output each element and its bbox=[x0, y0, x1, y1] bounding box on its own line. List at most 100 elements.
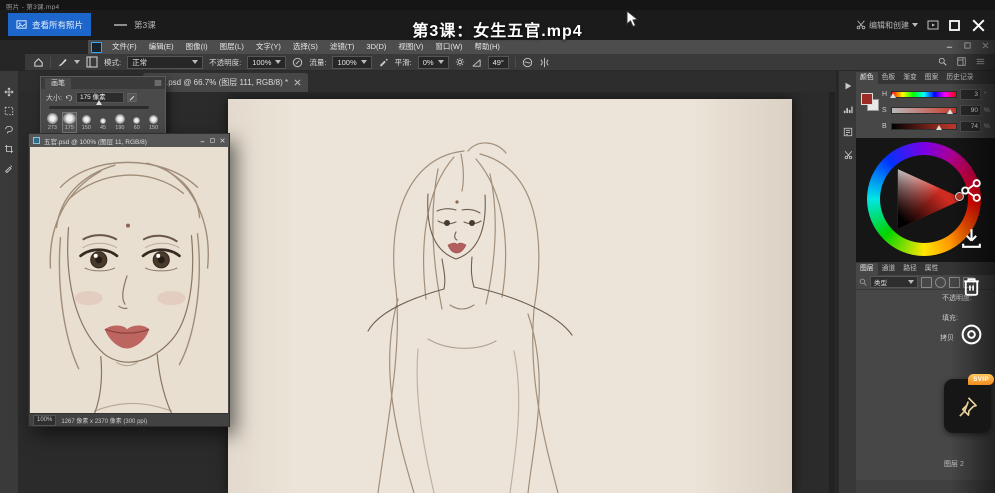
opacity-field[interactable]: 100% bbox=[247, 55, 287, 69]
gear-icon[interactable] bbox=[455, 57, 465, 67]
maximize-icon[interactable] bbox=[210, 138, 215, 143]
layers-panel-tab[interactable]: 属性 bbox=[921, 263, 943, 275]
brush-panel-toggle-icon[interactable] bbox=[86, 56, 98, 68]
layer-name[interactable]: 图层 2 bbox=[944, 459, 964, 469]
color-panel-tab[interactable]: 图案 bbox=[921, 72, 943, 84]
menu-item[interactable]: 窗口(W) bbox=[429, 40, 468, 54]
hsb-value-field[interactable]: 74 bbox=[960, 120, 981, 132]
histogram-panel-icon[interactable] bbox=[843, 104, 853, 114]
eyedropper-tool-icon[interactable] bbox=[4, 163, 14, 173]
brush-preset[interactable]: 273 bbox=[45, 112, 60, 133]
panel-menu-icon[interactable] bbox=[976, 57, 985, 66]
menu-item[interactable]: 编辑(E) bbox=[143, 40, 180, 54]
slider-marker[interactable] bbox=[890, 92, 897, 98]
clone-panel-icon[interactable] bbox=[843, 150, 853, 160]
move-tool-icon[interactable] bbox=[4, 87, 14, 97]
brush-preset-caret-icon[interactable] bbox=[74, 60, 80, 64]
close-icon[interactable] bbox=[970, 17, 987, 34]
view-all-photos-tab[interactable]: 查看所有照片 bbox=[8, 13, 92, 36]
menu-item[interactable]: 视图(V) bbox=[392, 40, 429, 54]
minimize-icon[interactable] bbox=[946, 42, 953, 49]
pen-pressure-size-icon[interactable] bbox=[522, 57, 533, 68]
home-icon[interactable] bbox=[33, 57, 44, 68]
zoom-level[interactable]: 100% bbox=[33, 414, 57, 426]
edit-create-button[interactable]: 编辑和创建 bbox=[856, 20, 918, 31]
filter-pixel-icon[interactable] bbox=[921, 276, 932, 288]
mode-select[interactable]: 正常 bbox=[127, 55, 204, 69]
color-panel-tab[interactable]: 渐变 bbox=[899, 72, 921, 84]
brush-tool-icon[interactable] bbox=[57, 57, 68, 68]
hsb-slider[interactable] bbox=[891, 122, 957, 130]
lasso-tool-icon[interactable] bbox=[4, 125, 14, 135]
crop-tool-icon[interactable] bbox=[4, 144, 14, 154]
menu-item[interactable]: 滤镜(T) bbox=[324, 40, 361, 54]
layer-filter-select[interactable]: 类型 bbox=[870, 276, 918, 288]
color-panel-tab[interactable]: 历史记录 bbox=[942, 72, 977, 84]
hsb-slider[interactable] bbox=[891, 106, 957, 114]
floating-canvas[interactable] bbox=[30, 147, 228, 413]
menu-item[interactable]: 图层(L) bbox=[214, 40, 250, 54]
brush-preset[interactable]: 190 bbox=[112, 112, 127, 133]
menu-item[interactable]: 3D(D) bbox=[360, 40, 392, 54]
tab-close-icon[interactable] bbox=[294, 79, 301, 86]
artwork-main[interactable] bbox=[228, 99, 792, 493]
hsb-value-field[interactable]: 3 bbox=[960, 88, 981, 100]
burn-disc-icon[interactable] bbox=[959, 322, 984, 347]
slider-marker[interactable] bbox=[936, 124, 943, 130]
brush-preset[interactable]: 150 bbox=[146, 112, 161, 133]
color-swatches[interactable] bbox=[861, 93, 879, 111]
ps-close-icon[interactable] bbox=[982, 42, 989, 49]
slideshow-icon[interactable] bbox=[927, 19, 939, 31]
floating-window-titlebar[interactable]: 五官.psd @ 100% (图层 11, RGB/8) bbox=[29, 134, 229, 147]
restore-icon[interactable] bbox=[964, 42, 971, 49]
slider-marker[interactable] bbox=[946, 108, 953, 114]
marquee-tool-icon[interactable] bbox=[4, 106, 14, 116]
menu-item[interactable]: 图像(I) bbox=[180, 40, 214, 54]
panel-menu-icon[interactable] bbox=[154, 79, 162, 87]
brush-size-slider[interactable] bbox=[49, 100, 149, 109]
brush-angle-icon[interactable] bbox=[471, 57, 482, 68]
brush-preset[interactable]: 45 bbox=[96, 112, 111, 133]
color-panel-tab[interactable]: 颜色 bbox=[856, 72, 878, 84]
brush-preset[interactable]: 175 bbox=[61, 112, 77, 133]
layers-panel-tab[interactable]: 通道 bbox=[878, 263, 900, 275]
reset-icon[interactable] bbox=[65, 94, 73, 102]
maximize-icon[interactable] bbox=[948, 19, 961, 32]
menu-item[interactable]: 选择(S) bbox=[287, 40, 324, 54]
filter-adjustment-icon[interactable] bbox=[935, 276, 946, 288]
trash-icon[interactable] bbox=[959, 274, 984, 299]
menu-item[interactable]: 帮助(H) bbox=[469, 40, 506, 54]
breadcrumb[interactable]: 第3课 bbox=[134, 19, 156, 31]
pin-tool-button[interactable]: SVIP bbox=[944, 374, 994, 433]
minimize-icon[interactable] bbox=[200, 138, 205, 143]
share-icon[interactable] bbox=[959, 178, 984, 203]
layers-panel-tab[interactable]: 图层 bbox=[856, 263, 878, 275]
layer-name-fragment[interactable]: 拷贝 bbox=[940, 333, 954, 343]
color-panel-tab[interactable]: 色板 bbox=[878, 72, 900, 84]
angle-field[interactable]: 49° bbox=[487, 55, 509, 69]
brush-preset[interactable]: 150 bbox=[79, 112, 94, 133]
symmetry-icon[interactable] bbox=[539, 57, 550, 68]
brush-preset[interactable]: 60 bbox=[129, 112, 144, 133]
document-tab[interactable]: 五官.psd @ 66.7% (图层 111, RGB/8) * bbox=[143, 73, 309, 92]
play-panel-icon[interactable] bbox=[843, 81, 853, 91]
properties-panel-icon[interactable] bbox=[843, 127, 853, 137]
pen-icon[interactable] bbox=[127, 93, 137, 102]
menu-item[interactable]: 文字(Y) bbox=[250, 40, 287, 54]
slider-marker[interactable] bbox=[96, 100, 102, 105]
download-icon[interactable] bbox=[959, 226, 984, 251]
canvas-scrollbar[interactable] bbox=[829, 92, 835, 493]
foreground-color-swatch[interactable] bbox=[861, 93, 873, 105]
close-icon[interactable] bbox=[220, 138, 225, 143]
hsb-slider[interactable] bbox=[890, 90, 957, 98]
brush-panel-tab[interactable]: 画笔 bbox=[45, 78, 71, 89]
pen-pressure-opacity-icon[interactable] bbox=[292, 57, 303, 68]
smoothing-field[interactable]: 0% bbox=[417, 55, 449, 69]
menu-item[interactable]: 文件(F) bbox=[106, 40, 143, 54]
flow-field[interactable]: 100% bbox=[332, 55, 372, 69]
hsb-value-field[interactable]: 90 bbox=[960, 104, 981, 116]
layers-panel-tab[interactable]: 路径 bbox=[899, 263, 921, 275]
airbrush-icon[interactable] bbox=[378, 57, 389, 68]
workspace-icon[interactable] bbox=[957, 57, 966, 66]
search-icon[interactable] bbox=[938, 57, 947, 66]
